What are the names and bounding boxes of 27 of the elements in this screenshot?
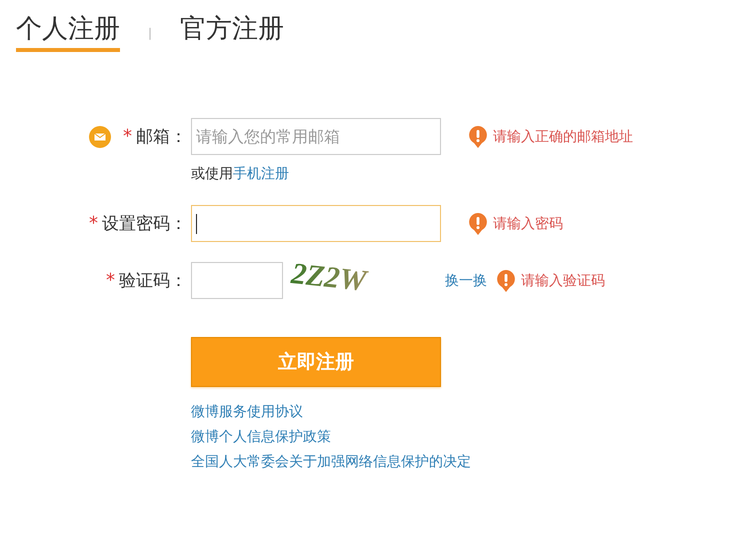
captcha-text: 2Z2W <box>290 260 368 298</box>
phone-register-link[interactable]: 手机注册 <box>233 166 289 182</box>
error-message: 请输入验证码 <box>521 272 605 290</box>
envelope-icon <box>89 126 111 148</box>
alternative-text: 或使用手机注册 <box>191 166 289 182</box>
error-message: 请输入正确的邮箱地址 <box>493 128 633 146</box>
warning-icon <box>497 270 515 292</box>
field-label: 设置密码： <box>102 213 187 235</box>
refresh-link[interactable]: 换一换 <box>445 272 487 290</box>
tab-separator: | <box>148 26 152 40</box>
field-label: 邮箱： <box>136 126 187 148</box>
required-mark: * <box>106 270 115 291</box>
required-mark: * <box>123 126 132 147</box>
warning-icon <box>469 126 487 148</box>
field-label: 验证码： <box>119 270 187 292</box>
email-field[interactable]: 请输入您的常用邮箱 <box>191 118 441 155</box>
error-message: 请输入密码 <box>493 214 563 232</box>
text-cursor <box>196 214 197 234</box>
required-mark: * <box>89 213 98 234</box>
warning-icon <box>469 212 487 234</box>
password-field[interactable] <box>191 205 441 242</box>
tab[interactable]: 个人注册 <box>16 14 120 52</box>
policy-link[interactable]: 微博个人信息保护政策 <box>191 428 331 447</box>
tab[interactable]: 官方注册 <box>180 14 284 52</box>
captcha-field[interactable] <box>191 262 283 299</box>
policy-link[interactable]: 全国人大常委会关于加强网络信息保护的决定 <box>191 453 471 472</box>
policy-link[interactable]: 微博服务使用协议 <box>191 403 303 422</box>
